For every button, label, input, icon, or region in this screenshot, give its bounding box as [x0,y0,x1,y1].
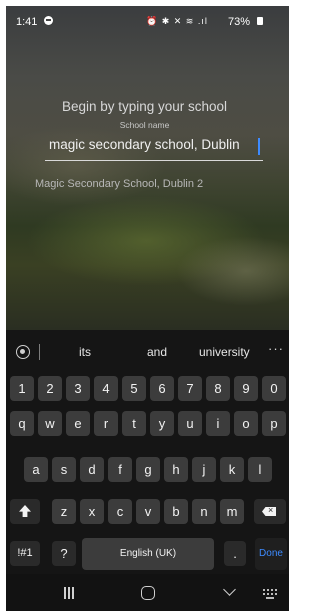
key-k[interactable]: k [220,457,244,482]
key-6[interactable]: 6 [150,376,174,401]
key-f[interactable]: f [108,457,132,482]
key-r[interactable]: r [94,411,118,436]
key-l[interactable]: l [248,457,272,482]
key-y[interactable]: y [150,411,174,436]
word-suggestion[interactable]: and [147,345,167,359]
recent-apps-icon[interactable] [64,587,74,599]
hide-keyboard-icon[interactable] [224,586,234,596]
school-name-label: School name [119,120,170,130]
status-time: 1:41 [16,16,38,28]
key-w[interactable]: w [38,411,62,436]
phone-screen: 1:41 ⏰ ✱ ✕ ≋ .ıl 73% Begin by typing you… [6,6,289,611]
key-v[interactable]: v [136,499,160,524]
key-e[interactable]: e [66,411,90,436]
text-caret [258,138,260,155]
key-n[interactable]: n [192,499,216,524]
period-key[interactable]: . [224,541,246,566]
key-h[interactable]: h [164,457,188,482]
symbols-key[interactable]: !#1 [10,541,40,566]
key-4[interactable]: 4 [94,376,118,401]
key-u[interactable]: u [178,411,202,436]
system-nav-bar [6,574,289,611]
key-t[interactable]: t [122,411,146,436]
key-c[interactable]: c [108,499,132,524]
key-7[interactable]: 7 [178,376,202,401]
key-0[interactable]: 0 [262,376,286,401]
keyboard-switch-icon[interactable] [263,589,279,599]
done-key[interactable]: Done [255,538,287,570]
keyboard-toolbar-toggle-icon[interactable] [16,345,30,359]
school-name-field[interactable] [45,133,263,161]
backspace-key[interactable] [254,498,286,524]
word-suggestion[interactable]: its [79,345,91,359]
battery-icon [257,17,263,25]
on-screen-keyboard: its and university ··· 1 2 3 4 5 6 7 8 9… [6,330,289,611]
key-i[interactable]: i [206,411,230,436]
key-x[interactable]: x [80,499,104,524]
key-5[interactable]: 5 [122,376,146,401]
notification-icon [44,16,53,25]
key-3[interactable]: 3 [66,376,90,401]
key-q[interactable]: q [10,411,34,436]
more-options-icon[interactable]: ··· [268,341,284,356]
school-name-input[interactable] [45,133,259,152]
key-9[interactable]: 9 [234,376,258,401]
key-j[interactable]: j [192,457,216,482]
word-suggestion[interactable]: university [199,345,250,359]
key-b[interactable]: b [164,499,188,524]
key-m[interactable]: m [220,499,244,524]
question-mark-key[interactable]: ? [52,541,76,566]
key-2[interactable]: 2 [38,376,62,401]
school-suggestion-item[interactable]: Magic Secondary School, Dublin 2 [35,178,203,190]
battery-percent: 73% [228,16,251,28]
status-bar: 1:41 ⏰ ✱ ✕ ≋ .ıl 73% [6,6,289,34]
key-s[interactable]: s [52,457,76,482]
key-p[interactable]: p [262,411,286,436]
home-icon[interactable] [141,586,155,600]
key-g[interactable]: g [136,457,160,482]
key-d[interactable]: d [80,457,104,482]
key-8[interactable]: 8 [206,376,230,401]
key-z[interactable]: z [52,499,76,524]
key-1[interactable]: 1 [10,376,34,401]
key-o[interactable]: o [234,411,258,436]
keyboard-suggestion-bar: its and university ··· [6,330,289,372]
page-heading: Begin by typing your school [61,99,228,114]
space-bar[interactable]: English (UK) [82,538,214,570]
divider [39,344,40,360]
key-a[interactable]: a [24,457,48,482]
status-icons: ⏰ ✱ ✕ ≋ .ıl [146,16,208,26]
shift-key[interactable] [10,499,40,524]
blurred-background [6,6,289,330]
